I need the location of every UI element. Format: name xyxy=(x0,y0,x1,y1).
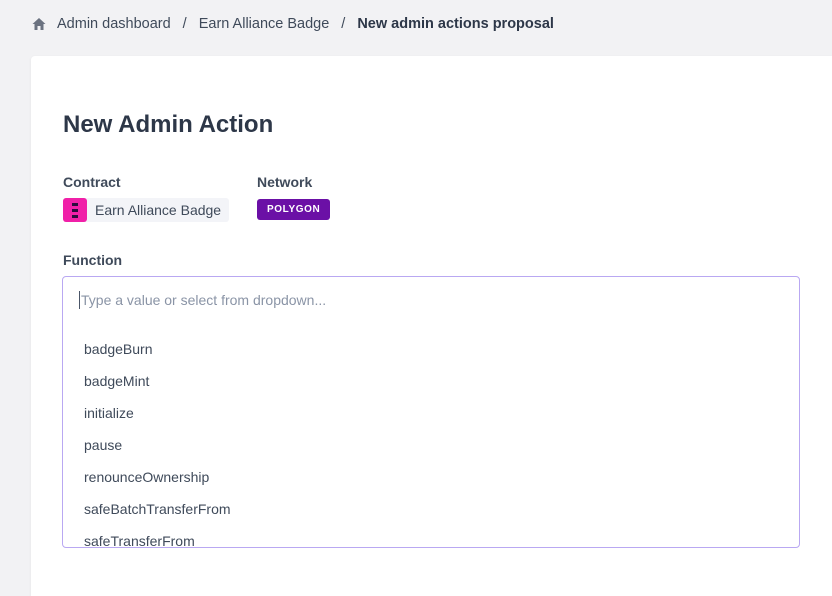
function-option[interactable]: initialize xyxy=(63,397,799,429)
breadcrumb: Admin dashboard / Earn Alliance Badge / … xyxy=(32,15,554,33)
function-option[interactable]: pause xyxy=(63,429,799,461)
main-card: New Admin Action Contract Earn Alliance … xyxy=(31,56,832,596)
function-option[interactable]: badgeBurn xyxy=(63,333,799,365)
function-option[interactable]: badgeMint xyxy=(63,365,799,397)
function-label: Function xyxy=(63,252,123,268)
function-options-list: badgeBurn badgeMint initialize pause ren… xyxy=(63,333,799,547)
contract-chip: Earn Alliance Badge xyxy=(63,198,230,222)
network-badge: POLYGON xyxy=(257,199,331,220)
breadcrumb-current: New admin actions proposal xyxy=(357,16,554,32)
contract-logo-icon xyxy=(63,198,87,222)
function-input[interactable] xyxy=(79,291,779,309)
breadcrumb-separator: / xyxy=(341,16,346,32)
function-combobox[interactable]: badgeBurn badgeMint initialize pause ren… xyxy=(62,276,800,548)
function-option[interactable]: safeTransferFrom xyxy=(63,525,799,547)
function-option[interactable]: renounceOwnership xyxy=(63,461,799,493)
breadcrumb-admin-dashboard[interactable]: Admin dashboard xyxy=(57,16,171,32)
contract-label: Contract xyxy=(63,174,121,190)
breadcrumb-separator: / xyxy=(182,16,187,32)
function-option[interactable]: safeBatchTransferFrom xyxy=(63,493,799,525)
network-label: Network xyxy=(257,174,313,190)
breadcrumb-contract[interactable]: Earn Alliance Badge xyxy=(199,16,330,32)
contract-name: Earn Alliance Badge xyxy=(95,202,222,218)
page-title: New Admin Action xyxy=(63,111,274,138)
home-icon[interactable] xyxy=(32,17,46,31)
